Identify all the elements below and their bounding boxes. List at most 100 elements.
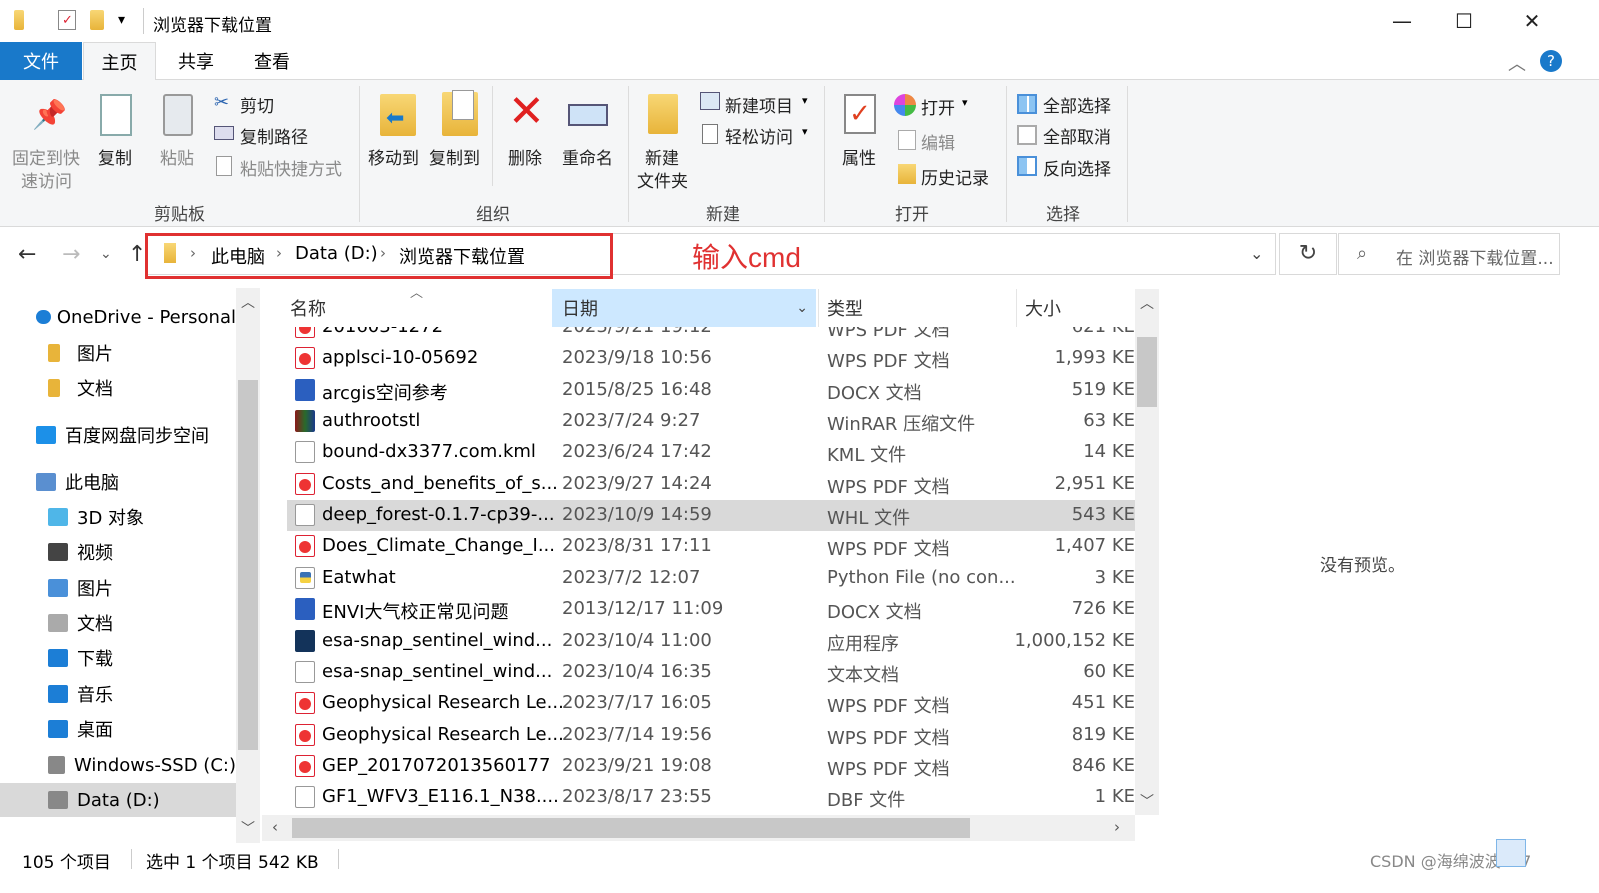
select-none-button[interactable]: 全部取消 [1043, 123, 1111, 148]
back-arrow-icon[interactable]: ← [18, 242, 36, 267]
file-row[interactable]: Geophysical Research Le... 2023/7/14 19:5… [287, 720, 1135, 751]
nav-scrollbar[interactable]: ︿ ﹀ [236, 288, 260, 843]
file-row[interactable]: deep_forest-0.1.7-cp39-... 2023/10/9 14:5… [287, 500, 1135, 532]
file-row[interactable]: Geophysical Research Le... 2023/7/17 16:0… [287, 688, 1135, 719]
details-view-button[interactable] [1496, 839, 1526, 867]
invert-selection-button[interactable]: 反向选择 [1043, 155, 1111, 180]
close-button[interactable]: ✕ [1500, 0, 1564, 42]
pin-quick-access-label-2[interactable]: 速访问 [21, 167, 72, 192]
scroll-down-icon[interactable]: ﹀ [1140, 791, 1154, 811]
file-row[interactable]: authrootstl 2023/7/24 9:27 WinRAR 压缩文件 63 K… [287, 406, 1135, 437]
tab-home[interactable]: 主页 [83, 42, 156, 81]
file-type-docx-icon [295, 378, 315, 401]
rename-button[interactable]: 重命名 [562, 144, 613, 169]
nav-item[interactable]: 文档 [0, 606, 236, 640]
nav-item[interactable]: 下载 [0, 641, 236, 675]
new-item-dropdown-icon[interactable]: ▾ [802, 94, 808, 107]
file-row[interactable]: GF1_WFV3_E116.1_N38.... 2023/8/17 23:55 DB… [287, 782, 1135, 813]
file-list-horizontal-scrollbar[interactable]: ‹ › [262, 815, 1135, 841]
collapse-ribbon-icon[interactable]: ︿ [1508, 50, 1526, 76]
search-box[interactable]: ⌕ 在 浏览器下载位置... [1338, 233, 1560, 275]
nav-item[interactable]: 图片 [0, 336, 236, 370]
paste-shortcut-button[interactable]: 粘贴快捷方式 [240, 155, 342, 180]
maximize-button[interactable]: ☐ [1432, 0, 1496, 42]
column-header-type[interactable]: 类型 [818, 289, 1014, 327]
copy-to-button[interactable]: 复制到 [429, 144, 480, 169]
quick-access-dropdown-icon[interactable]: ▾ [118, 12, 125, 28]
file-size: 63 KE [1083, 410, 1135, 432]
edit-button[interactable]: 编辑 [921, 129, 955, 154]
forward-arrow-icon[interactable]: → [62, 242, 80, 267]
tab-share[interactable]: 共享 [160, 42, 232, 80]
column-filter-dropdown-icon[interactable]: ⌄ [796, 300, 808, 316]
file-row[interactable]: arcgis空间参考 2015/8/25 16:48 DOCX 文档 519 KE [287, 375, 1135, 406]
file-row[interactable]: Costs_and_benefits_of_s... 2023/9/27 14:2… [287, 469, 1135, 500]
file-row[interactable]: esa-snap_sentinel_wind... 2023/10/4 16:35… [287, 657, 1135, 688]
file-row[interactable]: esa-snap_sentinel_wind... 2023/10/4 11:00… [287, 626, 1135, 657]
new-item-button[interactable]: 新建项目 [725, 92, 793, 117]
copy-path-button[interactable]: 复制路径 [240, 123, 308, 148]
nav-item[interactable]: Data (D:) [0, 783, 236, 817]
address-dropdown-icon[interactable]: ⌄ [1250, 244, 1263, 263]
paste-button[interactable]: 粘贴 [160, 144, 194, 169]
nav-item[interactable]: 桌面 [0, 712, 236, 746]
pin-quick-access-label-1[interactable]: 固定到快 [12, 144, 80, 169]
nav-item[interactable]: 文档 [0, 371, 236, 405]
nav-item[interactable]: OneDrive - Personal [0, 300, 236, 334]
new-folder-label-2[interactable]: 文件夹 [637, 167, 688, 192]
new-folder-label-1[interactable]: 新建 [645, 144, 679, 169]
nav-item[interactable]: 音乐 [0, 677, 236, 711]
file-row[interactable]: 201603-1272 2023/9/21 19:12 WPS PDF 文档 621 … [287, 327, 1135, 343]
refresh-button[interactable]: ↻ [1279, 233, 1337, 275]
column-header-size[interactable]: 大小 [1016, 289, 1134, 327]
nav-item[interactable]: 百度网盘同步空间 [0, 418, 236, 452]
open-button[interactable]: 打开 [921, 94, 955, 119]
file-type-snap-icon [295, 629, 315, 652]
recent-locations-chevron-icon[interactable]: ⌄ [100, 246, 112, 262]
scroll-up-icon[interactable]: ︿ [1140, 293, 1154, 313]
file-list-scrollbar-thumb[interactable] [1137, 337, 1157, 407]
nav-scrollbar-thumb[interactable] [238, 380, 258, 750]
nav-item[interactable]: 3D 对象 [0, 500, 236, 534]
column-header-date[interactable]: 日期 ⌄ [552, 289, 816, 327]
nav-item-label: Windows-SSD (C:) [74, 754, 236, 776]
tab-view[interactable]: 查看 [236, 42, 308, 80]
history-button[interactable]: 历史记录 [921, 164, 989, 189]
easy-access-dropdown-icon[interactable]: ▾ [802, 125, 808, 138]
up-arrow-icon[interactable]: ↑ [128, 242, 146, 267]
horizontal-scrollbar-thumb[interactable] [292, 818, 970, 838]
file-type: WPS PDF 文档 [827, 351, 950, 373]
scroll-down-icon[interactable]: ﹀ [241, 818, 255, 838]
nav-item[interactable]: Windows-SSD (C:) [0, 748, 236, 782]
delete-button[interactable]: 删除 [508, 144, 542, 169]
nav-item[interactable]: 此电脑 [0, 465, 236, 499]
file-list-vertical-scrollbar[interactable]: ︿ ﹀ [1135, 289, 1159, 815]
easy-access-button[interactable]: 轻松访问 [725, 123, 793, 148]
file-row[interactable]: GEP_2017072013560177 2023/9/21 19:08 WPS P… [287, 751, 1135, 782]
new-folder-quick-icon[interactable] [90, 10, 110, 32]
large-icons-view-button[interactable] [1532, 839, 1562, 867]
tab-file[interactable]: 文件 [0, 42, 82, 80]
scroll-right-icon[interactable]: › [1114, 818, 1120, 836]
file-row[interactable]: Eatwhat 2023/7/2 12:07 Python File (no con… [287, 563, 1135, 594]
nav-item[interactable]: 图片 [0, 571, 236, 605]
file-row[interactable]: applsci-10-05692 2023/9/18 10:56 WPS PDF 文… [287, 343, 1135, 374]
file-row[interactable]: bound-dx3377.com.kml 2023/6/24 17:42 KML 文… [287, 437, 1135, 468]
properties-button[interactable]: 属性 [842, 144, 876, 169]
help-icon[interactable]: ? [1540, 50, 1562, 72]
file-date: 2023/10/4 16:35 [562, 660, 712, 682]
file-type-pdf-icon [295, 472, 315, 495]
scroll-up-icon[interactable]: ︿ [241, 292, 255, 312]
file-name: esa-snap_sentinel_wind... [322, 629, 553, 651]
scroll-left-icon[interactable]: ‹ [272, 818, 278, 836]
open-dropdown-icon[interactable]: ▾ [962, 96, 968, 109]
file-row[interactable]: Does_Climate_Change_I... 2023/8/31 17:11 W… [287, 531, 1135, 562]
nav-item[interactable]: 视频 [0, 535, 236, 569]
file-row[interactable]: ENVI大气校正常见问题 2013/12/17 11:09 DOCX 文档 726 K… [287, 594, 1135, 625]
minimize-button[interactable]: — [1370, 0, 1434, 42]
cut-button[interactable]: 剪切 [240, 92, 274, 117]
move-to-button[interactable]: 移动到 [368, 144, 419, 169]
select-all-button[interactable]: 全部选择 [1043, 92, 1111, 117]
copy-button[interactable]: 复制 [98, 144, 132, 169]
properties-quick-icon[interactable]: ✓ [58, 10, 76, 30]
